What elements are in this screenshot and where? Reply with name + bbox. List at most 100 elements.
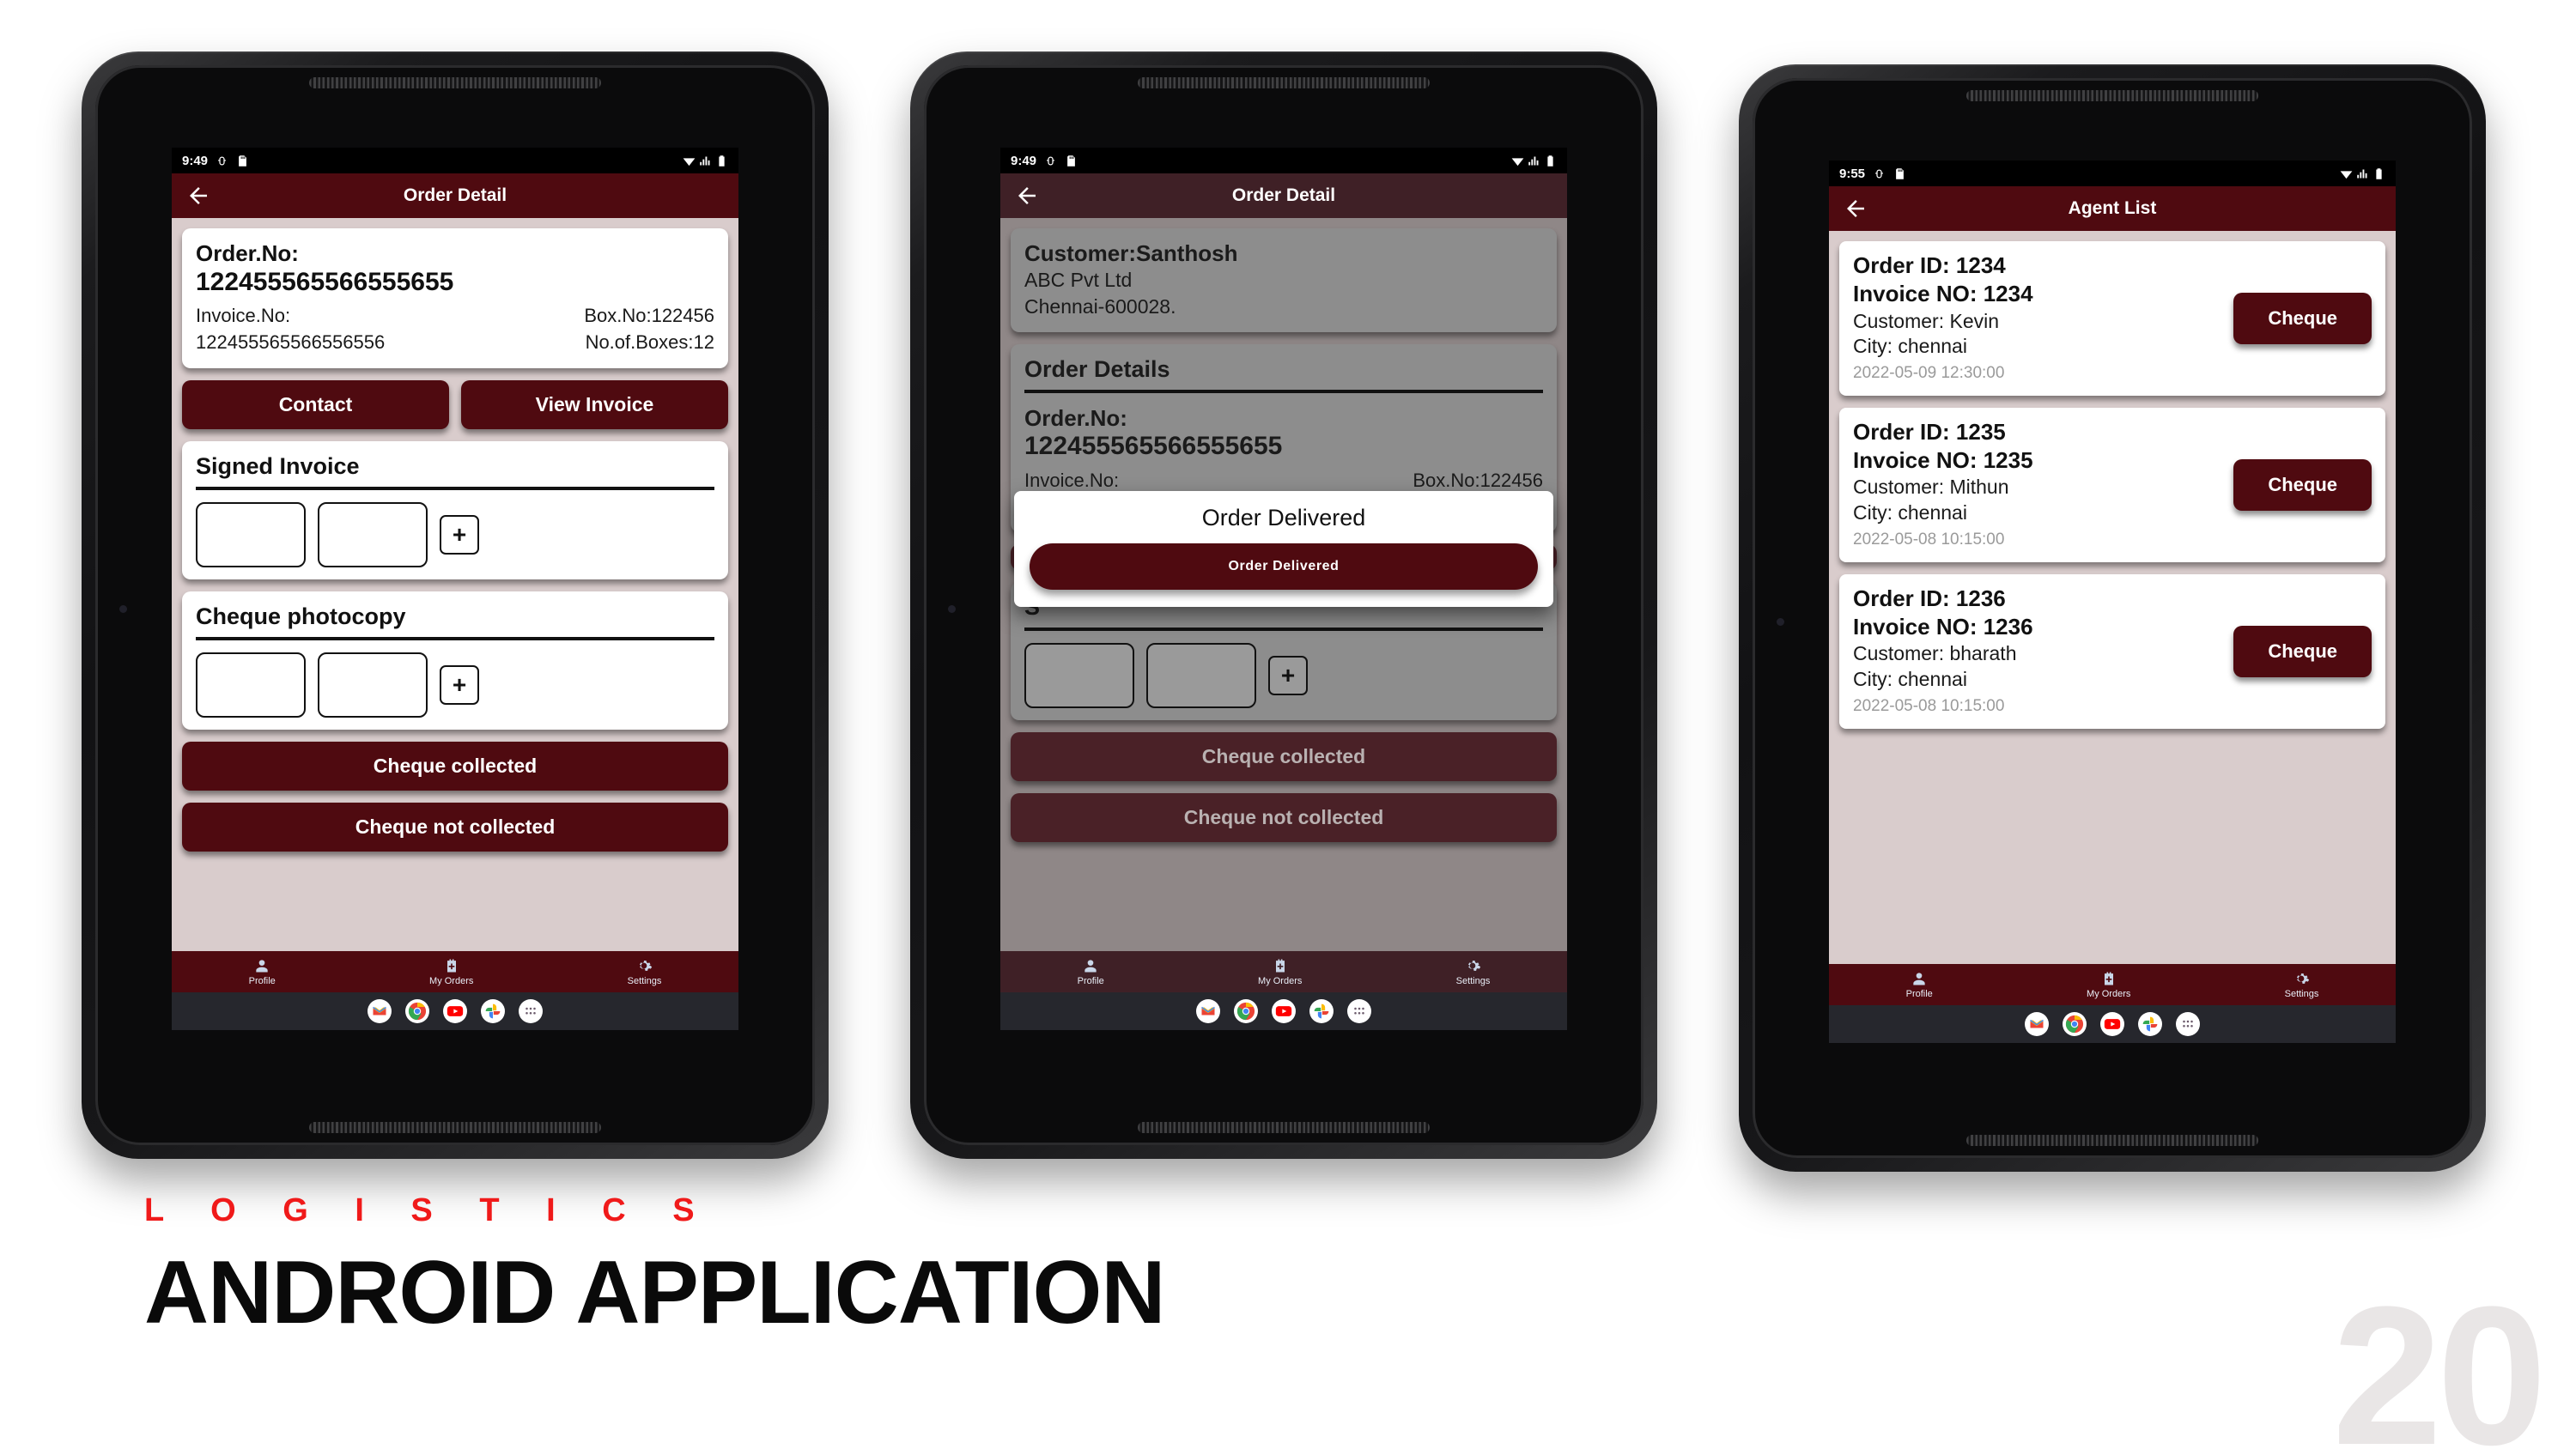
agent-invoice-no: Invoice NO: 1234	[1853, 281, 2033, 307]
view-invoice-button[interactable]: View Invoice	[461, 379, 728, 429]
cheque-photocopy-thumb[interactable]	[196, 652, 306, 718]
agent-customer: Customer: Kevin	[1853, 309, 2000, 332]
agent-invoice-no: Invoice NO: 1236	[1853, 613, 2033, 640]
android-debug-icon	[1875, 169, 1883, 178]
gear-icon	[2297, 973, 2310, 984]
box-no-value: Box.No:122456	[1413, 469, 1543, 491]
list-item[interactable]: Order ID: 1236 Invoice NO: 1236 Customer…	[1839, 573, 2385, 729]
arrow-left-icon[interactable]	[185, 183, 211, 209]
signed-invoice-thumb[interactable]	[318, 501, 428, 567]
status-time: 9:49	[182, 153, 209, 168]
gmail-icon[interactable]	[2025, 1012, 2049, 1036]
agent-customer: Customer: Mithun	[1853, 476, 2009, 499]
nav-label: Settings	[2284, 989, 2319, 999]
cheque-collected-button[interactable]: Cheque collected	[1011, 732, 1557, 782]
list-item[interactable]: Order ID: 1234 Invoice NO: 1234 Customer…	[1839, 241, 2385, 396]
agent-city: City: chennai	[1853, 335, 1967, 358]
signal-icon	[1528, 156, 1539, 165]
chrome-icon[interactable]	[2063, 1012, 2087, 1036]
cheque-button[interactable]: Cheque	[2233, 292, 2372, 344]
app-bar-1: Order Detail	[172, 173, 738, 218]
nav-label: Profile	[1905, 989, 1933, 999]
person-icon	[256, 960, 268, 973]
signed-invoice-thumb[interactable]	[196, 501, 306, 567]
agent-customer: Customer: bharath	[1853, 642, 2017, 665]
add-signed-invoice-button[interactable]: +	[440, 514, 479, 555]
battery-icon	[1547, 155, 1553, 167]
arrow-left-icon[interactable]	[1843, 196, 1868, 221]
gmail-icon[interactable]	[1196, 999, 1220, 1023]
signed-invoice-card: Signed Invoice +	[182, 440, 728, 579]
person-icon	[1913, 973, 1925, 985]
app-drawer-icon[interactable]	[519, 999, 543, 1023]
nav-item-settings[interactable]: Settings	[1456, 957, 1490, 986]
contact-button[interactable]: Contact	[182, 379, 449, 429]
signed-invoice-thumb[interactable]	[1146, 643, 1256, 709]
agent-timestamp: 2022-05-08 10:15:00	[1853, 697, 2005, 716]
nav-item-settings[interactable]: Settings	[2284, 970, 2319, 999]
nav-label: Profile	[1077, 976, 1104, 986]
app-bar-title: Agent List	[2068, 198, 2157, 218]
status-time: 9:49	[1011, 153, 1037, 168]
status-time: 9:55	[1839, 166, 1866, 181]
bottom-speaker	[1966, 1135, 2258, 1146]
invoice-no-label: Invoice.No:	[1024, 469, 1120, 491]
photos-icon[interactable]	[481, 999, 505, 1023]
sd-card-icon	[1067, 155, 1075, 167]
gmail-icon[interactable]	[368, 999, 392, 1023]
youtube-icon[interactable]	[443, 999, 467, 1023]
agent-city: City: chennai	[1853, 501, 1967, 524]
android-dock-1	[172, 992, 738, 1030]
cheque-button[interactable]: Cheque	[2233, 458, 2372, 511]
nav-label: Settings	[627, 976, 662, 986]
photos-icon[interactable]	[1309, 999, 1334, 1023]
signed-invoice-thumb[interactable]	[1024, 643, 1134, 709]
chrome-icon[interactable]	[405, 999, 429, 1023]
nav-item-my-orders[interactable]: My Orders	[1258, 957, 1302, 986]
agent-order-id: Order ID: 1234	[1853, 252, 2006, 278]
add-signed-invoice-button[interactable]: +	[1268, 656, 1308, 696]
cheque-collected-button[interactable]: Cheque collected	[182, 741, 728, 791]
cheque-button[interactable]: Cheque	[2233, 625, 2372, 677]
sd-card-icon	[1896, 167, 1904, 179]
cheque-not-collected-button[interactable]: Cheque not collected	[1011, 793, 1557, 843]
divider	[196, 486, 714, 490]
nav-label: My Orders	[1258, 976, 1303, 986]
nav-item-profile[interactable]: Profile	[1906, 970, 1933, 999]
list-item[interactable]: Order ID: 1235 Invoice NO: 1235 Customer…	[1839, 407, 2385, 562]
arrow-left-icon[interactable]	[1014, 183, 1040, 209]
order-detail-body-1: Order.No: 122455565566555655 Invoice.No:…	[172, 218, 738, 951]
app-drawer-icon[interactable]	[2176, 1012, 2200, 1036]
earpiece-speaker	[309, 77, 601, 88]
no-of-boxes-value: No.of.Boxes:12	[585, 331, 714, 354]
nav-item-settings[interactable]: Settings	[627, 957, 662, 986]
device-frame-2: 9:49 Order Detail Customer:Santhosh ABC …	[910, 52, 1657, 1159]
nav-item-profile[interactable]: Profile	[1078, 957, 1104, 986]
device-screen-area-1: 9:49 Order Detail Order.No: 122455565566…	[95, 65, 815, 1145]
wifi-icon	[1511, 157, 1524, 166]
nav-item-my-orders[interactable]: My Orders	[429, 957, 473, 986]
divider	[196, 636, 714, 640]
cheque-not-collected-button[interactable]: Cheque not collected	[182, 802, 728, 852]
device-frame-3: 9:55 Agent List Order ID: 1234 Invoice N…	[1739, 64, 2486, 1172]
bottom-nav-3: Profile My Orders Settings	[1829, 964, 2396, 1005]
cheque-photocopy-thumb[interactable]	[318, 652, 428, 718]
app-drawer-icon[interactable]	[1347, 999, 1371, 1023]
youtube-icon[interactable]	[2100, 1012, 2124, 1036]
nav-item-profile[interactable]: Profile	[249, 957, 276, 986]
bottom-nav-2: Profile My Orders Settings	[1000, 951, 1567, 992]
android-debug-icon	[218, 156, 226, 165]
chrome-icon[interactable]	[1234, 999, 1258, 1023]
order-delivered-button[interactable]: Order Delivered	[1030, 543, 1538, 590]
gear-icon	[640, 961, 653, 971]
app-bar-2: Order Detail	[1000, 173, 1567, 218]
nav-item-my-orders[interactable]: My Orders	[2087, 970, 2130, 999]
photos-icon[interactable]	[2138, 1012, 2162, 1036]
device-screen-area-3: 9:55 Agent List Order ID: 1234 Invoice N…	[1753, 78, 2472, 1158]
signal-icon	[700, 156, 710, 165]
battery-icon	[719, 155, 725, 167]
youtube-icon[interactable]	[1272, 999, 1296, 1023]
add-cheque-photocopy-button[interactable]: +	[440, 664, 479, 705]
agent-timestamp: 2022-05-08 10:15:00	[1853, 530, 2005, 549]
app-bar-title: Order Detail	[1231, 185, 1336, 205]
